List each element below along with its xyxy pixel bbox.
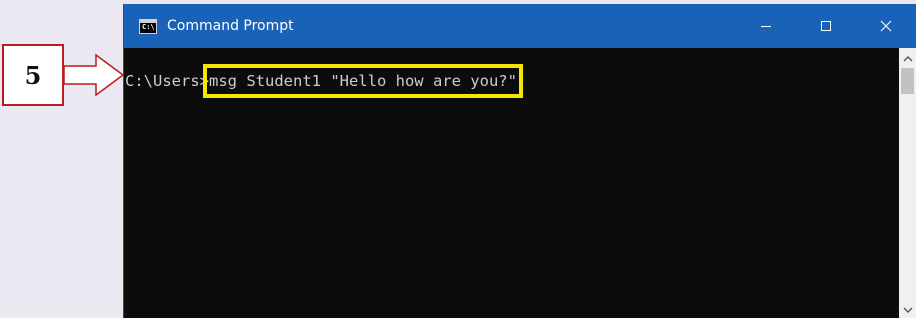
callout-arrow-icon [63,53,125,97]
prompt-path: C:\Users> [125,72,209,90]
close-button[interactable] [856,4,916,48]
scroll-up-button[interactable] [899,50,916,67]
maximize-button[interactable] [796,4,856,48]
app-icon-glyph: C:\ [142,22,155,31]
chevron-up-icon [903,55,912,61]
scroll-thumb[interactable] [901,68,914,94]
highlighted-command: msg Student1 "Hello how are you?" [203,64,523,98]
minimize-button[interactable] [736,4,796,48]
title-bar[interactable]: C:\ Command Prompt [124,4,916,48]
cmd-app-icon[interactable]: C:\ [139,18,157,34]
command-prompt-window: C:\ Command Prompt C:\Users> msg Student… [123,4,916,318]
maximize-icon [821,21,831,31]
close-icon [880,20,892,32]
scroll-down-button[interactable] [899,301,916,318]
chevron-down-icon [903,307,912,313]
window-controls [736,4,916,48]
vertical-scrollbar[interactable] [899,48,916,318]
window-title: Command Prompt [167,18,294,34]
minimize-icon [761,26,771,27]
prompt-line: C:\Users> msg Student1 "Hello how are you… [125,64,523,98]
console-output-area[interactable]: C:\Users> msg Student1 "Hello how are you… [124,48,899,318]
step-number-badge: 5 [2,44,64,106]
